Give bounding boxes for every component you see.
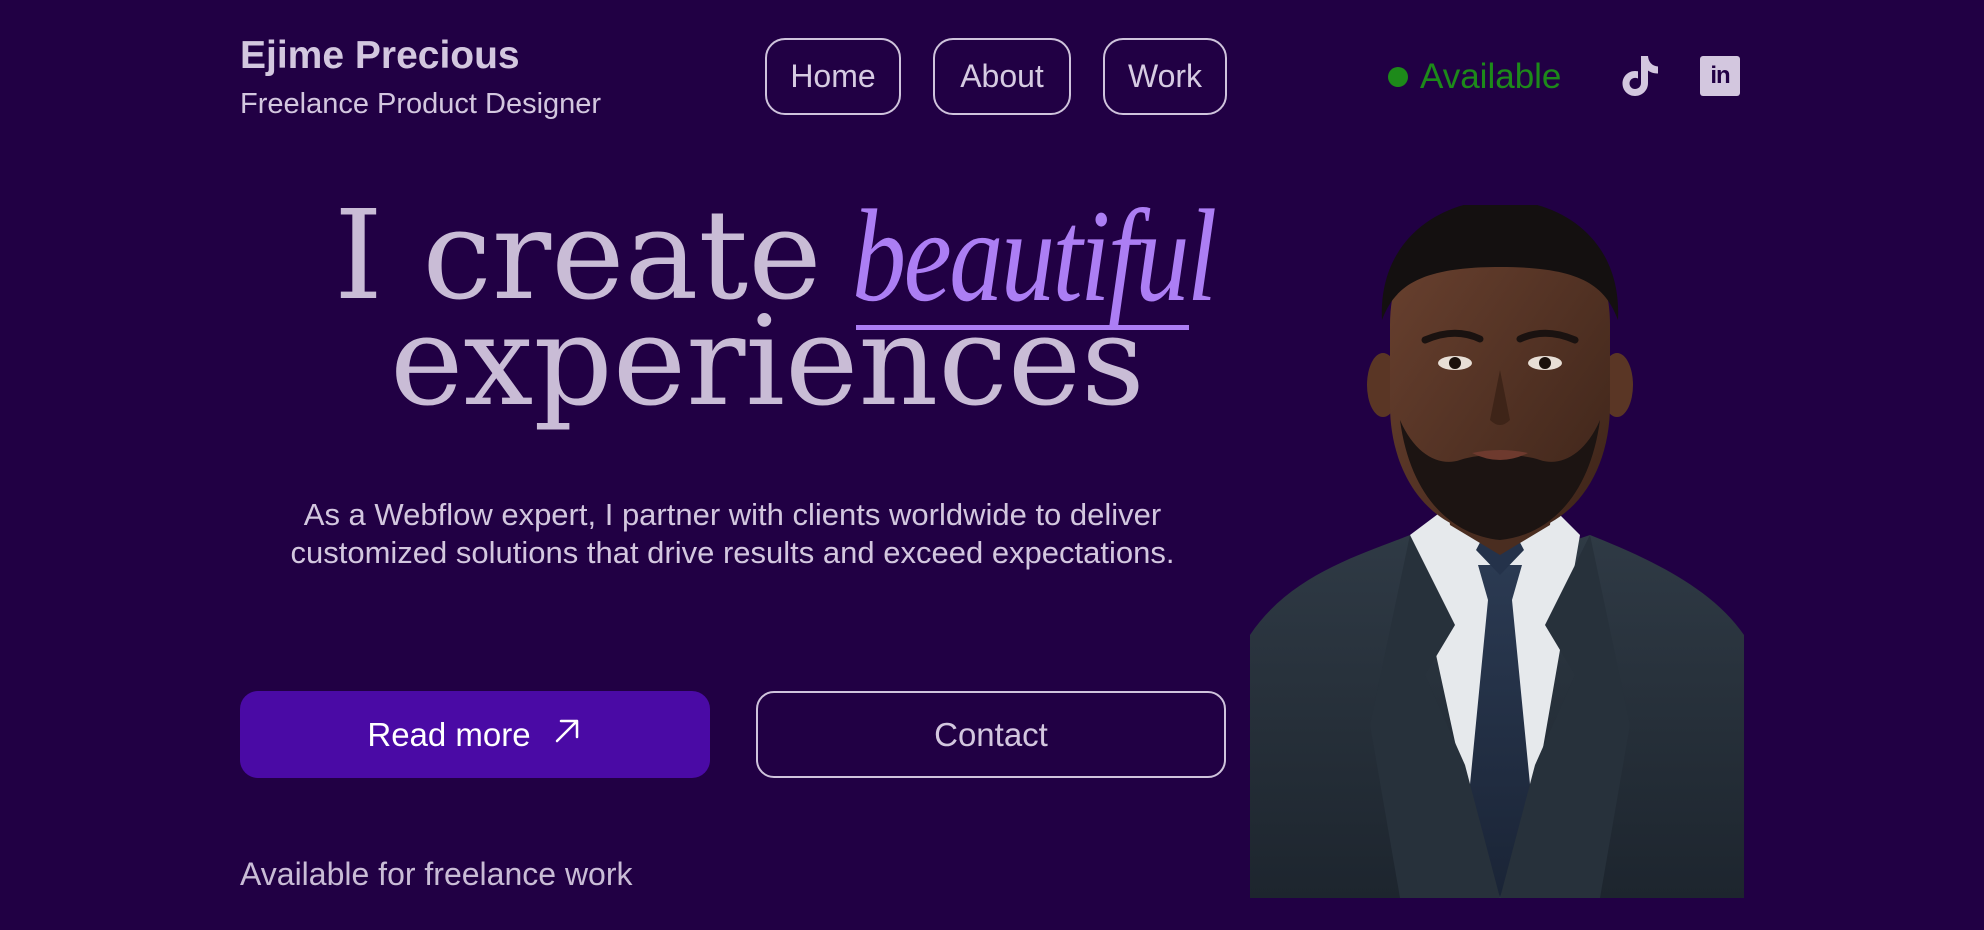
linkedin-icon[interactable]: in <box>1700 56 1740 96</box>
nav-work-link[interactable]: Work <box>1103 38 1227 115</box>
status-dot-icon <box>1388 67 1408 87</box>
tiktok-icon[interactable] <box>1618 54 1662 98</box>
contact-button[interactable]: Contact <box>756 691 1226 778</box>
hero-heading-part2: experiences <box>390 290 1145 434</box>
availability-label: Available <box>1420 57 1562 96</box>
linkedin-icon-text: in <box>1710 62 1730 89</box>
hero-description: As a Webflow expert, I partner with clie… <box>290 497 1175 570</box>
brand-name: Ejime Precious <box>240 34 520 77</box>
portrait-image <box>1250 205 1744 898</box>
nav-about-link[interactable]: About <box>933 38 1071 115</box>
nav-home-link[interactable]: Home <box>765 38 901 115</box>
arrow-up-right-icon <box>551 715 583 755</box>
read-more-label: Read more <box>367 715 531 753</box>
read-more-button[interactable]: Read more <box>240 691 710 778</box>
brand-subtitle: Freelance Product Designer <box>240 88 602 120</box>
availability-status: Available <box>1388 52 1561 102</box>
freelance-availability-note: Available for freelance work <box>240 856 633 892</box>
